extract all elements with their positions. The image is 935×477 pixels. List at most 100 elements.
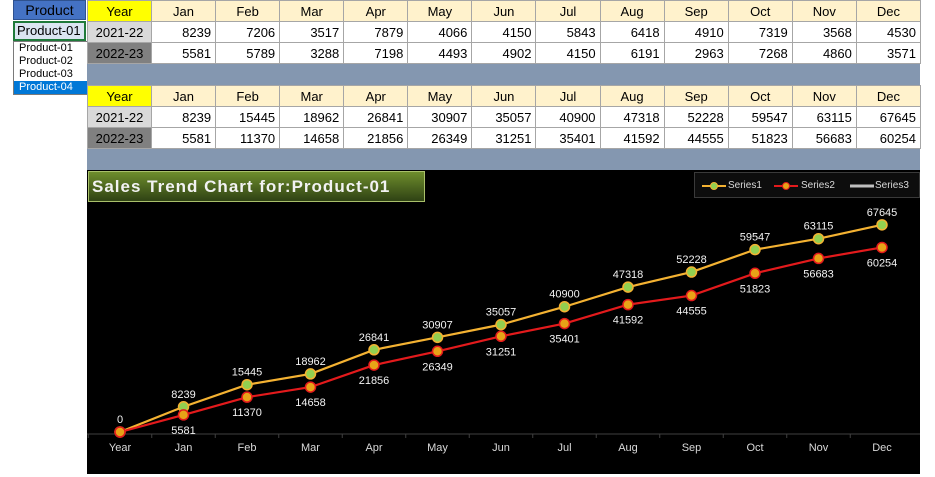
table-cell[interactable]: 35401 <box>535 127 601 149</box>
table-cell[interactable]: 60254 <box>855 127 921 149</box>
table-cell[interactable]: 56683 <box>791 127 857 149</box>
column-header-month[interactable]: May <box>407 85 473 107</box>
table-cell[interactable]: 4902 <box>471 42 537 64</box>
series1-point <box>812 232 825 245</box>
table-cell[interactable]: 4910 <box>663 21 729 43</box>
series1-data-label: 26841 <box>359 332 390 344</box>
series2-data-label: 21856 <box>359 375 390 387</box>
column-header-month[interactable]: Mar <box>279 0 345 22</box>
x-tick-label: Oct <box>746 442 763 454</box>
table-cell[interactable]: 5581 <box>150 127 217 149</box>
series1-data-label: 35057 <box>486 307 517 319</box>
table-cell[interactable]: 4066 <box>407 21 473 43</box>
table-cell[interactable]: 8239 <box>150 21 217 43</box>
column-header-month[interactable]: Aug <box>599 0 665 22</box>
column-header-month[interactable]: Apr <box>343 0 409 22</box>
table-cell[interactable]: 31251 <box>471 127 537 149</box>
table-cell[interactable]: 3288 <box>279 42 345 64</box>
column-header-month[interactable]: Aug <box>599 85 665 107</box>
column-header-month[interactable]: Jan <box>150 85 217 107</box>
column-header-month[interactable]: Oct <box>727 0 793 22</box>
table-cell[interactable]: 7198 <box>343 42 409 64</box>
table-cell[interactable]: 2963 <box>663 42 729 64</box>
column-header-month[interactable]: Jun <box>471 85 537 107</box>
table-cell[interactable]: 4530 <box>855 21 921 43</box>
column-header-month[interactable]: Sep <box>663 0 729 22</box>
column-header-year[interactable]: Year <box>87 0 152 22</box>
column-header-month[interactable]: Jun <box>471 0 537 22</box>
series1-point <box>558 300 571 313</box>
column-header-month[interactable]: Jan <box>150 0 217 22</box>
sales-trend-chart[interactable]: Year Jan Feb Mar Apr May Jun Jul Aug Sep Oct Nov Dec… <box>87 170 920 474</box>
table-cell[interactable]: 67645 <box>855 106 921 128</box>
table-cell[interactable]: 30907 <box>407 106 473 128</box>
table-cell[interactable]: 40900 <box>535 106 601 128</box>
product-select[interactable]: Product-01 <box>13 21 86 41</box>
table-header-row: Year Jan Feb Mar Apr May Jun Jul Aug Sep Oct Nov Dec <box>87 85 921 107</box>
column-header-month[interactable]: Oct <box>727 85 793 107</box>
table-cell[interactable]: 5581 <box>150 42 217 64</box>
table-cell[interactable]: 7879 <box>343 21 409 43</box>
table-cell[interactable]: 7268 <box>727 42 793 64</box>
row-year-label[interactable]: 2022-23 <box>87 42 152 64</box>
table-cell[interactable]: 3517 <box>279 21 345 43</box>
table-cell[interactable]: 51823 <box>727 127 793 149</box>
column-header-month[interactable]: Apr <box>343 85 409 107</box>
column-header-month[interactable]: Jul <box>535 0 601 22</box>
column-header-month[interactable]: Sep <box>663 85 729 107</box>
row-year-label[interactable]: 2021-22 <box>87 21 152 43</box>
table-cell[interactable]: 4493 <box>407 42 473 64</box>
table-cell[interactable]: 41592 <box>599 127 665 149</box>
column-header-month[interactable]: Dec <box>855 0 921 22</box>
table-cell[interactable]: 5789 <box>215 42 281 64</box>
column-header-month[interactable]: Jul <box>535 85 601 107</box>
series1-data-label: 59547 <box>740 232 771 244</box>
table-cell[interactable]: 7206 <box>215 21 281 43</box>
table-cell[interactable]: 26841 <box>343 106 409 128</box>
legend-label-series3: Series3 <box>875 180 909 191</box>
table-cell[interactable]: 52228 <box>663 106 729 128</box>
chart-plot: Year Jan Feb Mar Apr May Jun Jul Aug Sep Oct Nov Dec… <box>87 207 920 454</box>
table-cell[interactable]: 63115 <box>791 106 857 128</box>
table-cell[interactable]: 4860 <box>791 42 857 64</box>
table-cell[interactable]: 5843 <box>535 21 601 43</box>
column-header-month[interactable]: Dec <box>855 85 921 107</box>
table-cell[interactable]: 14658 <box>279 127 345 149</box>
table-cell[interactable]: 11370 <box>215 127 281 149</box>
table-cell[interactable]: 7319 <box>727 21 793 43</box>
column-header-month[interactable]: May <box>407 0 473 22</box>
table-cell[interactable]: 3571 <box>855 42 921 64</box>
column-header-month[interactable]: Nov <box>791 85 857 107</box>
table-cell[interactable]: 26349 <box>407 127 473 149</box>
table-cell[interactable]: 59547 <box>727 106 793 128</box>
table-cell[interactable]: 4150 <box>471 21 537 43</box>
table-cell[interactable]: 18962 <box>279 106 345 128</box>
column-header-month[interactable]: Feb <box>215 85 281 107</box>
monthly-sales-table: Year Jan Feb Mar Apr May Jun Jul Aug Sep Oct Nov Dec… <box>87 0 921 64</box>
series2-point <box>812 252 825 265</box>
series2-point <box>431 345 444 358</box>
table-cell[interactable]: 6191 <box>599 42 665 64</box>
series1-data-label: 67645 <box>867 207 898 219</box>
table-cell[interactable]: 44555 <box>663 127 729 149</box>
x-tick-label: Mar <box>301 442 320 454</box>
table-cell[interactable]: 21856 <box>343 127 409 149</box>
table-cell[interactable]: 15445 <box>215 106 281 128</box>
column-header-month[interactable]: Nov <box>791 0 857 22</box>
series1-point <box>876 219 888 231</box>
table-cell[interactable]: 4150 <box>535 42 601 64</box>
column-header-year[interactable]: Year <box>87 85 152 107</box>
table-cell[interactable]: 3568 <box>791 21 857 43</box>
series1-data-label: 18962 <box>295 356 326 368</box>
column-header-month[interactable]: Mar <box>279 85 345 107</box>
series2-data-label: 51823 <box>740 283 771 295</box>
series1-point <box>685 266 698 278</box>
table-cell[interactable]: 8239 <box>150 106 217 128</box>
column-header-month[interactable]: Feb <box>215 0 281 22</box>
table-cell[interactable]: 6418 <box>599 21 665 43</box>
series2-data-label: 56683 <box>803 268 834 280</box>
table-cell[interactable]: 47318 <box>599 106 665 128</box>
row-year-label[interactable]: 2022-23 <box>87 127 152 149</box>
row-year-label[interactable]: 2021-22 <box>87 106 152 128</box>
table-cell[interactable]: 35057 <box>471 106 537 128</box>
